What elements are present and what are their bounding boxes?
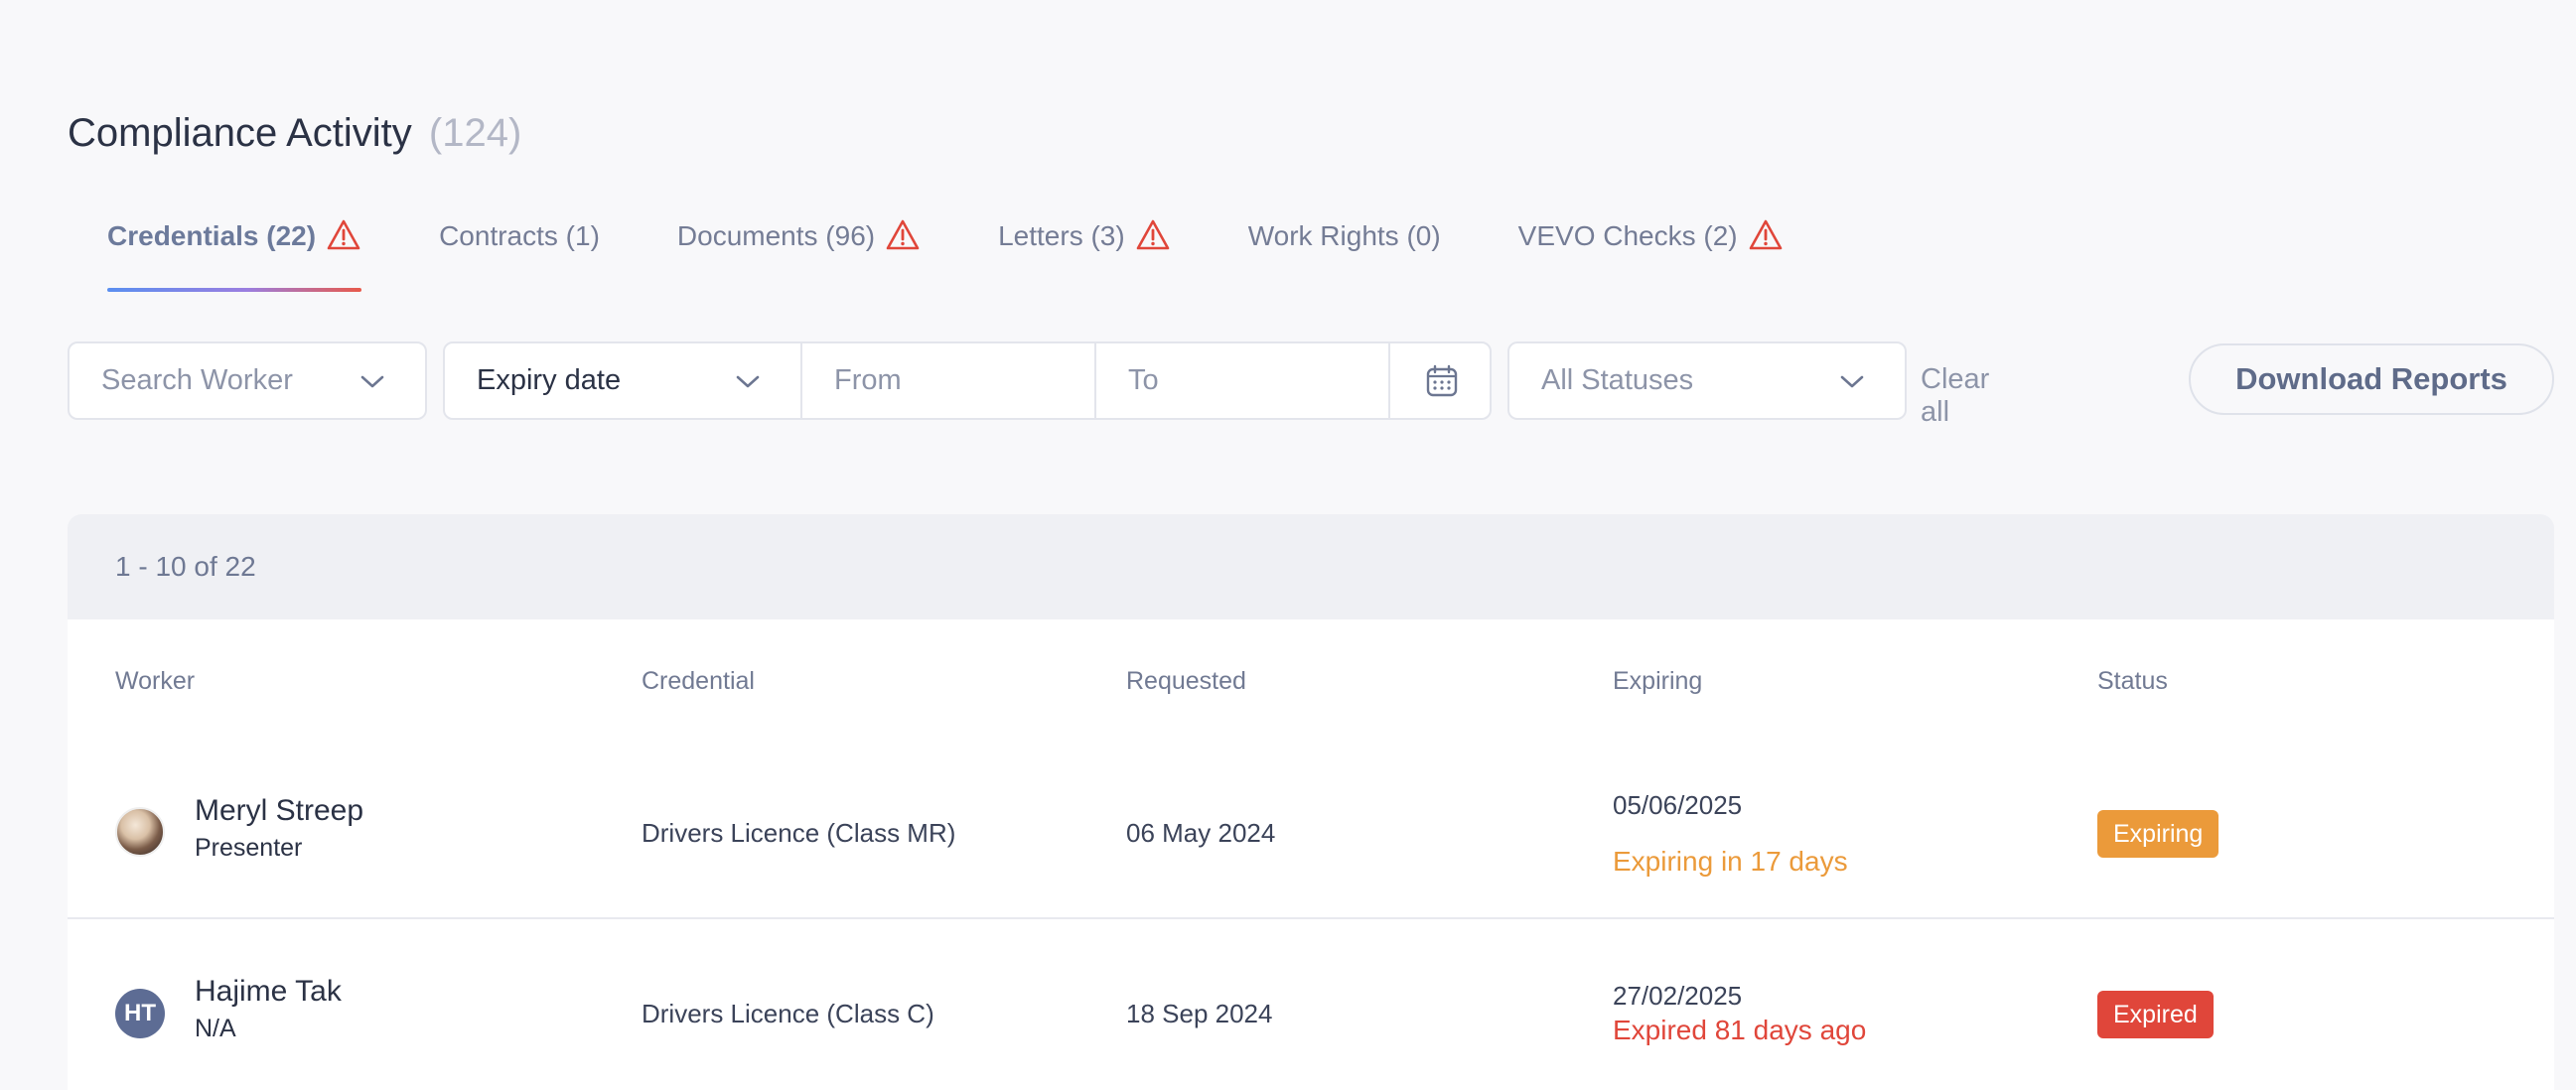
worker-role: N/A bbox=[195, 1015, 236, 1042]
warning-icon bbox=[886, 219, 920, 250]
page: Compliance Activity (124) Credentials (2… bbox=[0, 0, 2576, 1090]
from-date-placeholder: From bbox=[834, 364, 902, 396]
tab-label: VEVO Checks (2) bbox=[1517, 220, 1738, 251]
page-title-count: (124) bbox=[428, 111, 522, 155]
status-select-value: All Statuses bbox=[1541, 364, 1694, 396]
status-badge: Expired bbox=[2097, 991, 2214, 1038]
date-type-select[interactable]: Expiry date bbox=[445, 343, 802, 418]
pagination-text: 1 - 10 of 22 bbox=[115, 551, 256, 582]
chevron-down-icon bbox=[1840, 375, 1864, 388]
worker-name[interactable]: Meryl Streep bbox=[195, 794, 363, 828]
to-date-placeholder: To bbox=[1128, 364, 1159, 396]
column-header-worker[interactable]: Worker bbox=[115, 667, 195, 696]
column-header-credential[interactable]: Credential bbox=[642, 667, 755, 696]
tab-label: Credentials (22) bbox=[107, 220, 317, 251]
warning-icon bbox=[1749, 219, 1782, 250]
tab-label: Letters (3) bbox=[998, 220, 1125, 251]
tab-label: Contracts (1) bbox=[439, 220, 600, 251]
expiring-note: Expired 81 days ago bbox=[1613, 1015, 1867, 1045]
status-badge: Expiring bbox=[2097, 810, 2219, 858]
expiring-date: 27/02/2025 bbox=[1613, 981, 1743, 1011]
tab-contracts[interactable]: Contracts (1) bbox=[439, 220, 600, 296]
download-reports-button[interactable]: Download Reports bbox=[2189, 343, 2554, 415]
page-title: Compliance Activity (124) bbox=[68, 111, 521, 156]
status-select[interactable]: All Statuses bbox=[1507, 341, 1907, 420]
warning-icon bbox=[327, 219, 360, 250]
tab-label: Work Rights (0) bbox=[1247, 220, 1441, 251]
to-date-input[interactable]: To bbox=[1096, 343, 1390, 418]
date-range-filter: Expiry date From To bbox=[443, 341, 1492, 420]
worker-role: Presenter bbox=[195, 834, 303, 862]
calendar-button[interactable] bbox=[1390, 343, 1490, 418]
column-header-requested[interactable]: Requested bbox=[1126, 667, 1246, 696]
requested-date: 18 Sep 2024 bbox=[1126, 999, 1273, 1028]
expiring-note: Expiring in 17 days bbox=[1613, 846, 1848, 877]
warning-icon bbox=[1136, 219, 1170, 250]
chevron-down-icon bbox=[736, 375, 760, 388]
table-row[interactable]: Meryl Streep Presenter Drivers Licence (… bbox=[68, 745, 2554, 919]
credential-name: Drivers Licence (Class C) bbox=[642, 999, 934, 1028]
tab-letters[interactable]: Letters (3) bbox=[998, 219, 1171, 296]
avatar: HT bbox=[115, 989, 165, 1038]
tab-work-rights[interactable]: Work Rights (0) bbox=[1248, 220, 1441, 296]
chevron-down-icon bbox=[360, 375, 384, 388]
tab-vevo-checks[interactable]: VEVO Checks (2) bbox=[1517, 219, 1784, 296]
column-header-status[interactable]: Status bbox=[2097, 667, 2168, 696]
credential-name: Drivers Licence (Class MR) bbox=[642, 818, 956, 848]
tab-label: Documents (96) bbox=[676, 220, 876, 251]
table-row[interactable]: HT Hajime Tak N/A Drivers Licence (Class… bbox=[68, 919, 2554, 1090]
tab-documents[interactable]: Documents (96) bbox=[676, 219, 921, 296]
tab-bar: Credentials (22) Contracts (1) Documents… bbox=[107, 219, 1861, 296]
clear-all-button[interactable]: Clear all bbox=[1921, 363, 1989, 429]
date-type-value: Expiry date bbox=[477, 364, 622, 396]
column-header-expiring[interactable]: Expiring bbox=[1613, 667, 1702, 696]
calendar-icon bbox=[1426, 364, 1458, 396]
results-table: 1 - 10 of 22 Worker Credential Requested… bbox=[68, 514, 2554, 1090]
search-worker-placeholder: Search Worker bbox=[101, 364, 293, 396]
search-worker-select[interactable]: Search Worker bbox=[68, 341, 427, 420]
requested-date: 06 May 2024 bbox=[1126, 818, 1276, 848]
from-date-input[interactable]: From bbox=[802, 343, 1096, 418]
page-title-text: Compliance Activity bbox=[68, 111, 412, 155]
avatar bbox=[115, 807, 165, 857]
worker-name[interactable]: Hajime Tak bbox=[195, 975, 342, 1009]
expiring-date: 05/06/2025 bbox=[1613, 790, 1743, 820]
pagination-summary: 1 - 10 of 22 bbox=[68, 514, 2554, 619]
tab-credentials[interactable]: Credentials (22) bbox=[107, 219, 362, 296]
